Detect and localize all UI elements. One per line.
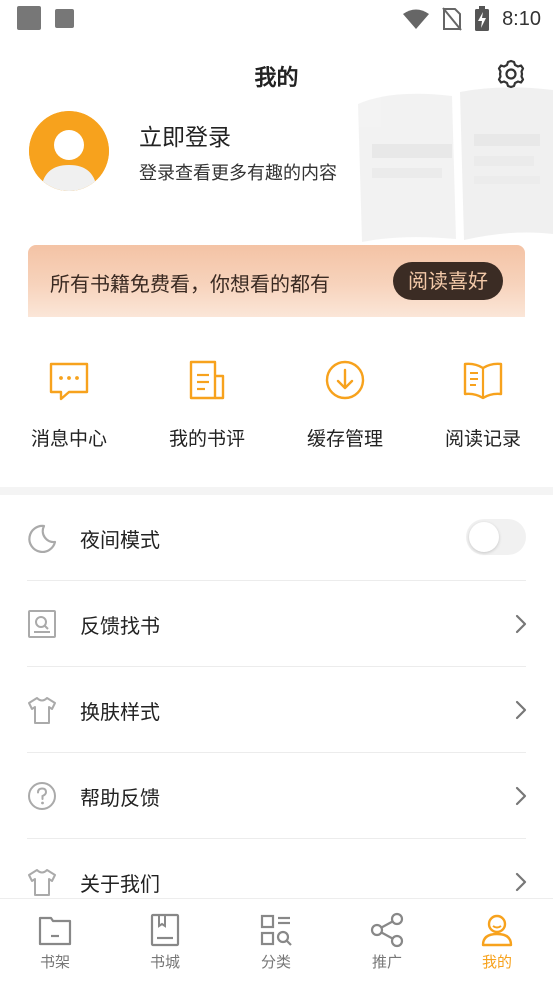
- menu-item-label: 帮助反馈: [80, 786, 160, 810]
- quick-actions: 消息中心 我的书评 缓存管理 阅读记录: [0, 356, 553, 466]
- menu-item-skin-style[interactable]: 换肤样式: [0, 667, 553, 753]
- tab-label: 书架: [39, 953, 70, 971]
- promo-text: 所有书籍免费看，你想看的都有: [50, 272, 330, 296]
- tab-category[interactable]: 分类: [221, 899, 331, 983]
- menu-item-feedback-find-book[interactable]: 反馈找书: [0, 581, 553, 667]
- login-title[interactable]: 立即登录: [139, 118, 231, 152]
- page-header: 我的: [0, 52, 553, 98]
- status-bar: 8:10: [0, 0, 553, 40]
- chevron-right-icon: [515, 700, 527, 720]
- menu-item-label: 换肤样式: [80, 700, 160, 724]
- open-book-icon: [463, 362, 503, 400]
- category-icon: [260, 914, 292, 946]
- tab-label: 我的: [481, 953, 512, 971]
- chevron-right-icon: [515, 786, 527, 806]
- moon-icon: [28, 524, 57, 553]
- message-icon: [49, 362, 89, 401]
- night-mode-toggle[interactable]: [466, 519, 526, 555]
- tab-label: 推广: [371, 953, 402, 971]
- bookshelf-icon: [38, 916, 72, 946]
- quick-action-label: 阅读记录: [444, 428, 521, 450]
- tab-promotion[interactable]: 推广: [332, 899, 442, 983]
- menu-item-label: 反馈找书: [80, 614, 160, 638]
- message-center-button[interactable]: 消息中心: [0, 356, 138, 456]
- tab-bookshelf[interactable]: 书架: [0, 899, 110, 983]
- notification-icon: [17, 6, 41, 30]
- tab-label: 分类: [260, 953, 291, 971]
- chevron-right-icon: [515, 614, 527, 634]
- quick-action-label: 我的书评: [168, 428, 245, 450]
- tab-bookstore[interactable]: 书城: [110, 899, 220, 983]
- no-sim-icon: [442, 7, 462, 31]
- menu-item-label: 夜间模式: [80, 528, 160, 552]
- profile-section[interactable]: 立即登录 登录查看更多有趣的内容: [0, 104, 553, 204]
- login-subtitle: 登录查看更多有趣的内容: [139, 163, 337, 184]
- status-indicators: 8:10: [402, 4, 541, 34]
- section-divider: [0, 487, 553, 495]
- search-book-icon: [28, 610, 56, 638]
- bottom-tab-bar: 书架 书城 分类 推广 我的: [0, 898, 553, 983]
- page-title: 我的: [254, 66, 299, 91]
- gear-icon[interactable]: [495, 58, 527, 90]
- default-avatar-icon: [29, 111, 109, 191]
- chevron-right-icon: [515, 872, 527, 892]
- quick-action-label: 缓存管理: [306, 428, 383, 450]
- cache-management-button[interactable]: 缓存管理: [276, 356, 414, 456]
- my-reviews-button[interactable]: 我的书评: [138, 356, 276, 456]
- share-icon: [370, 912, 404, 948]
- avatar[interactable]: [29, 111, 109, 191]
- tab-mine[interactable]: 我的: [442, 899, 552, 983]
- promo-banner: 所有书籍免费看，你想看的都有 阅读喜好: [28, 245, 525, 317]
- menu-item-night-mode[interactable]: 夜间模式: [0, 495, 553, 581]
- clock: 8:10: [502, 7, 541, 30]
- battery-charging-icon: [475, 6, 490, 31]
- reading-preference-button[interactable]: 阅读喜好: [393, 262, 503, 300]
- help-icon: [28, 782, 56, 810]
- wifi-icon: [403, 9, 430, 29]
- bookstore-icon: [150, 913, 180, 947]
- review-icon: [189, 360, 225, 400]
- toggle-knob: [469, 522, 499, 552]
- menu-item-label: 关于我们: [80, 872, 160, 896]
- shirt-icon: [28, 697, 56, 724]
- quick-action-label: 消息中心: [30, 428, 107, 450]
- user-icon: [481, 914, 513, 947]
- notification-icon: [55, 9, 74, 28]
- tab-label: 书城: [149, 953, 180, 971]
- shirt-icon: [28, 869, 56, 896]
- reading-history-button[interactable]: 阅读记录: [414, 356, 552, 456]
- menu-item-help-feedback[interactable]: 帮助反馈: [0, 753, 553, 839]
- download-icon: [325, 360, 365, 400]
